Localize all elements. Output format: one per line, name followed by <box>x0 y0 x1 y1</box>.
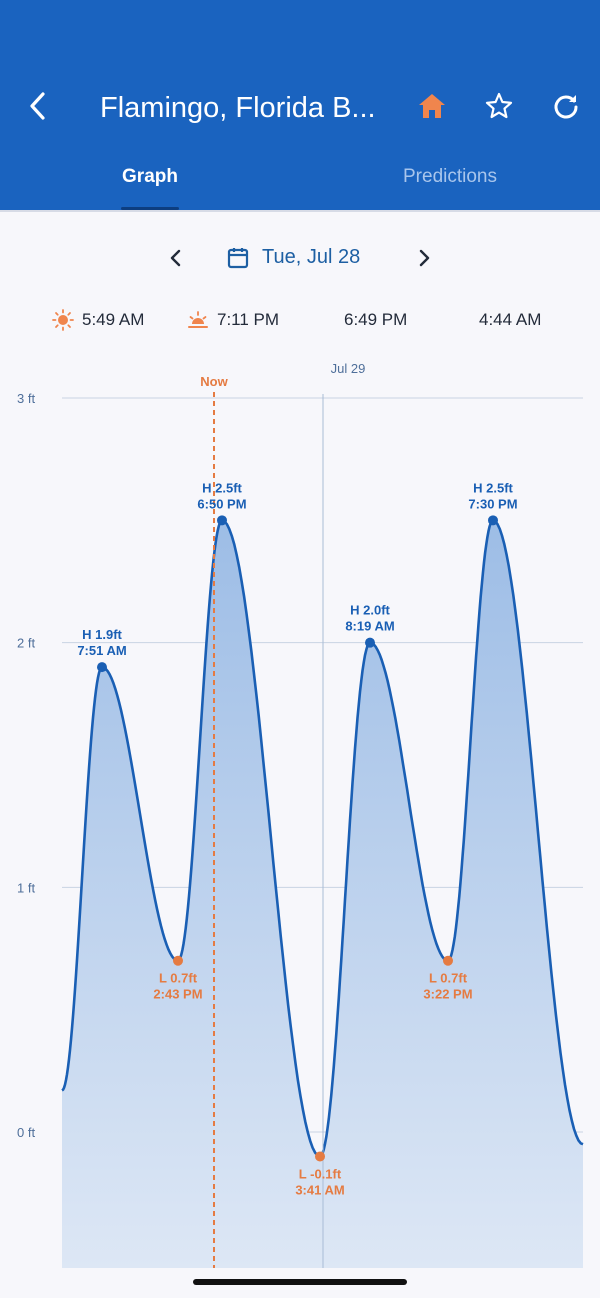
back-button[interactable] <box>16 84 60 128</box>
tide-chart[interactable]: 3 ft 2 ft 1 ft 0 ft Jul 29 Now H 1.9ft7:51 A… <box>0 340 600 1280</box>
previous-day-button[interactable] <box>160 238 192 278</box>
sunset-time: 7:11 PM <box>217 310 280 329</box>
app-bar: Flamingo, Florida B... Graph Predictions <box>0 0 600 210</box>
high-tide-point <box>365 637 375 648</box>
tide-point-time: 7:51 AM <box>77 643 126 658</box>
home-button[interactable] <box>410 84 454 128</box>
high-tide-point <box>97 662 107 673</box>
low-tide-point <box>443 955 453 966</box>
tab-predictions[interactable]: Predictions <box>300 150 600 210</box>
tab-bar: Graph Predictions <box>0 150 600 210</box>
tide-point-label: L -0.1ft <box>299 1166 342 1181</box>
page-title: Flamingo, Florida B... <box>100 92 376 124</box>
sunset-info: 7:11 PM <box>187 306 279 334</box>
divider <box>0 210 600 212</box>
chevron-right-icon <box>419 249 430 267</box>
moonset-icon <box>456 311 465 329</box>
current-date[interactable]: Tue, Jul 28 <box>262 238 360 278</box>
sunrise-time: 5:49 AM <box>82 310 145 329</box>
tide-point-time: 3:22 PM <box>423 987 472 1002</box>
favorite-button[interactable] <box>477 84 521 128</box>
tide-point-time: 2:43 PM <box>153 987 202 1002</box>
star-icon <box>485 92 513 119</box>
moonset-time: 4:44 AM <box>479 310 542 329</box>
y-tick-label: 3 ft <box>17 391 35 406</box>
refresh-button[interactable] <box>544 84 588 128</box>
now-label: Now <box>200 374 228 389</box>
tide-point-time: 3:41 AM <box>295 1182 344 1197</box>
tab-graph[interactable]: Graph <box>0 150 300 210</box>
sunrise-info: 5:49 AM <box>52 306 144 334</box>
y-tick-label: 0 ft <box>17 1125 35 1140</box>
tide-point-time: 7:30 PM <box>468 496 517 511</box>
low-tide-point <box>315 1151 325 1162</box>
day-divider-label: Jul 29 <box>331 361 366 376</box>
high-tide-point <box>217 515 227 526</box>
y-tick-label: 2 ft <box>17 636 35 651</box>
sunset-icon <box>188 311 208 328</box>
tide-point-label: H 2.5ft <box>473 480 513 495</box>
moonrise-time: 6:49 PM <box>344 310 408 329</box>
refresh-icon <box>554 95 578 119</box>
moonrise-icon <box>322 311 331 329</box>
y-tick-label: 1 ft <box>17 880 35 895</box>
low-tide-point <box>173 955 183 966</box>
home-icon <box>419 94 445 118</box>
tide-point-label: H 1.9ft <box>82 627 122 642</box>
tide-point-label: H 2.5ft <box>202 480 242 495</box>
calendar-icon <box>227 248 249 269</box>
tide-point-label: H 2.0ft <box>350 603 390 618</box>
tide-point-time: 8:19 AM <box>345 619 394 634</box>
home-indicator <box>193 1279 407 1285</box>
tide-point-label: L 0.7ft <box>159 971 198 986</box>
chevron-left-icon <box>30 92 45 120</box>
tide-point-time: 6:50 PM <box>197 496 246 511</box>
next-day-button[interactable] <box>408 238 440 278</box>
moonrise-info: 6:49 PM <box>316 306 407 334</box>
chevron-left-icon <box>170 249 181 267</box>
date-picker-button[interactable] <box>226 246 250 275</box>
sunrise-icon <box>52 309 74 331</box>
high-tide-point <box>488 515 498 526</box>
date-navigator: Tue, Jul 28 <box>0 238 600 278</box>
tide-point-label: L 0.7ft <box>429 971 468 986</box>
moonset-info: 4:44 AM <box>451 306 541 334</box>
